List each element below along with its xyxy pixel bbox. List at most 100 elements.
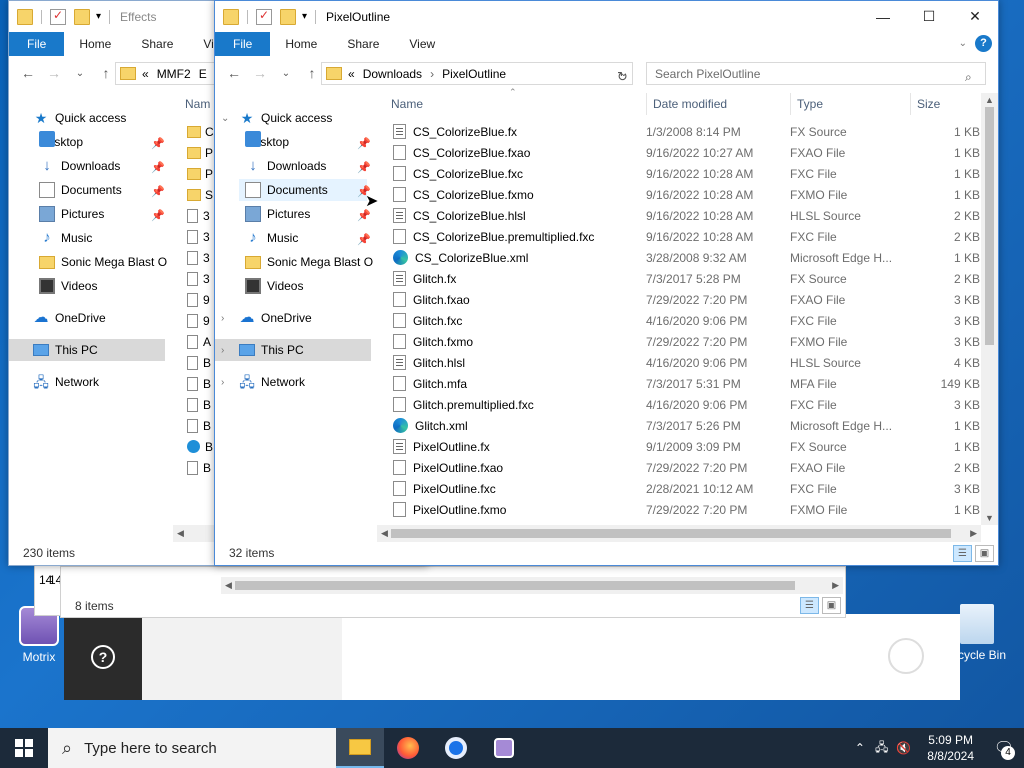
taskbar-chrome[interactable] [432,728,480,768]
expand-icon[interactable]: › [221,345,235,356]
address-prefix[interactable]: « [348,67,355,81]
file-name-cell[interactable]: CS_ColorizeBlue.premultiplied.fxc [393,229,594,244]
scroll-down-icon[interactable]: ▼ [985,513,994,523]
search-input[interactable]: Search PixelOutline [646,62,986,85]
nav-sonic-folder[interactable]: Sonic Mega Blast O [245,251,373,273]
column-header-type[interactable]: Type [790,93,823,115]
file-name-cell[interactable]: Glitch.xml [393,418,468,433]
back-icon[interactable]: ← [221,65,247,81]
nav-documents[interactable]: Documents [239,179,367,201]
details-view-icon[interactable]: ☰ [953,545,972,562]
nav-quick-access[interactable]: ⌄ ★ Quick access [221,107,332,129]
table-row[interactable]: Glitch.fx 7/3/2017 5:28 PM FX Source 2 KB [393,268,983,289]
table-row[interactable]: Glitch.fxmo 7/29/2022 7:20 PM FXMO File 3 K… [393,331,983,352]
breadcrumb-mmf2[interactable]: MMF2 [157,67,191,81]
nav-sonic-folder[interactable]: Sonic Mega Blast O [39,251,167,273]
expand-ribbon-icon[interactable]: ⌄ [959,38,967,49]
table-row[interactable]: PixelOutline.fx 9/1/2009 3:09 PM FX Source… [393,436,983,457]
file-name-cell[interactable]: Glitch.fxmo [393,334,473,349]
nav-network[interactable]: › 🖧 Network [221,371,305,393]
search-icon[interactable]: ⌕ [965,70,972,85]
recent-locations-icon[interactable]: ⌄ [67,68,93,79]
scroll-left-icon[interactable]: ◀ [177,528,184,539]
notification-center-button[interactable]: 🗨 4 [984,728,1024,768]
nav-onedrive[interactable]: ☁ OneDrive [33,307,106,329]
nav-desktop[interactable]: Desktop [245,131,289,153]
nav-music[interactable]: ♪ Music [245,227,298,249]
nav-pictures[interactable]: Pictures [245,203,310,225]
file-name-cell[interactable]: CS_ColorizeBlue.xml [393,250,528,265]
large-icons-view-icon[interactable]: ▣ [975,545,994,562]
file-name-cell[interactable]: Glitch.mfa [393,376,467,391]
table-row[interactable]: Glitch.fxao 7/29/2022 7:20 PM FXAO File 3 K… [393,289,983,310]
column-header-date[interactable]: Date modified [646,93,727,115]
title-bar[interactable]: ▾ PixelOutline — ☐ ✕ [215,1,998,32]
show-hidden-icons-icon[interactable]: ⌃ [855,741,865,755]
help-icon[interactable]: ? [91,645,115,669]
file-name-cell[interactable]: PixelOutline.fxc [393,481,496,496]
table-row[interactable]: CS_ColorizeBlue.fxc 9/16/2022 10:28 AM FXC… [393,163,983,184]
tab-view[interactable]: View [394,32,450,56]
nav-videos[interactable]: Videos [39,275,97,297]
column-header-name[interactable]: Name [385,93,423,115]
file-name-cell[interactable]: Glitch.fxc [393,313,462,328]
nav-network[interactable]: 🖧 Network [33,371,99,393]
table-row[interactable]: CS_ColorizeBlue.fxao 9/16/2022 10:27 AM FX… [393,142,983,163]
forward-icon[interactable]: → [247,65,273,81]
breadcrumb-next[interactable]: E [199,67,207,81]
horizontal-scrollbar[interactable]: ◀ ▶ [377,525,981,542]
pin-icon[interactable]: 📌 [357,161,371,174]
list-item[interactable]: C [187,121,214,142]
breadcrumb-downloads[interactable]: Downloads [363,67,422,81]
file-name-cell[interactable]: Glitch.fxao [393,292,470,307]
list-item[interactable]: B [187,394,211,415]
file-name-cell[interactable]: Glitch.premultiplied.fxc [393,397,534,412]
table-row[interactable]: Glitch.mfa 7/3/2017 5:31 PM MFA File 149 KB [393,373,983,394]
table-row[interactable]: PixelOutline.fxmo 7/29/2022 7:20 PM FXMO F… [393,499,983,520]
table-row[interactable]: Glitch.xml 7/3/2017 5:26 PM Microsoft Edge… [393,415,983,436]
list-item[interactable]: 3 [187,247,210,268]
list-item[interactable]: S [187,184,213,205]
file-name-cell[interactable]: CS_ColorizeBlue.hlsl [393,208,526,223]
pin-icon[interactable]: 📌 [357,209,371,222]
properties-icon[interactable] [50,8,66,25]
pin-icon[interactable]: 📌 [151,209,165,222]
new-folder-icon[interactable] [280,8,296,25]
pin-icon[interactable]: 📌 [151,137,165,150]
scroll-left-icon[interactable]: ◀ [225,580,232,591]
clock[interactable]: 5:09 PM 8/8/2024 [927,732,974,764]
tab-file[interactable]: File [215,32,271,56]
close-icon[interactable]: ✕ [952,1,998,32]
help-icon[interactable]: ? [975,35,992,52]
tab-home[interactable]: Home [270,32,332,56]
refresh-icon[interactable]: ↻ [617,69,628,85]
table-row[interactable]: PixelOutline.fxao 7/29/2022 7:20 PM FXAO F… [393,457,983,478]
list-item[interactable]: 3 [187,205,210,226]
table-row[interactable]: CS_ColorizeBlue.fxmo 9/16/2022 10:28 AM FX… [393,184,983,205]
table-row[interactable]: Glitch.premultiplied.fxc 4/16/2020 9:06 P… [393,394,983,415]
table-row[interactable]: CS_ColorizeBlue.premultiplied.fxc 9/16/20… [393,226,983,247]
vertical-scrollbar[interactable]: ▲ ▼ [981,93,998,525]
pin-icon[interactable]: 📌 [357,233,371,246]
table-row[interactable]: CS_ColorizeBlue.hlsl 9/16/2022 10:28 AM HL… [393,205,983,226]
list-item[interactable]: B [187,415,211,436]
network-tray-icon[interactable]: 🖧 [875,738,888,759]
file-name-cell[interactable]: PixelOutline.fxmo [393,502,506,517]
file-name-cell[interactable]: Glitch.fx [393,271,456,286]
file-name-cell[interactable]: CS_ColorizeBlue.fxao [393,145,530,160]
list-item[interactable]: A [187,331,211,352]
table-row[interactable]: CS_ColorizeBlue.fx 1/3/2008 8:14 PM FX Sou… [393,121,983,142]
pin-icon[interactable]: 📌 [151,161,165,174]
nav-this-pc[interactable]: This PC [9,339,165,361]
table-row[interactable]: Glitch.hlsl 4/16/2020 9:06 PM HLSL Source 4… [393,352,983,373]
scroll-right-icon[interactable]: ▶ [970,528,977,539]
table-row[interactable]: PixelOutline.fxc 2/28/2021 10:12 AM FXC Fi… [393,478,983,499]
address-prefix[interactable]: « [142,67,149,81]
recycle-bin-desktop-icon[interactable]: cycle Bin [950,604,1024,662]
list-item[interactable]: B [187,457,211,478]
recent-locations-icon[interactable]: ⌄ [273,68,299,79]
tab-home[interactable]: Home [64,32,126,56]
tab-file[interactable]: File [9,32,65,56]
nav-downloads[interactable]: ↓ Downloads [39,155,120,177]
back-icon[interactable]: ← [15,65,41,81]
